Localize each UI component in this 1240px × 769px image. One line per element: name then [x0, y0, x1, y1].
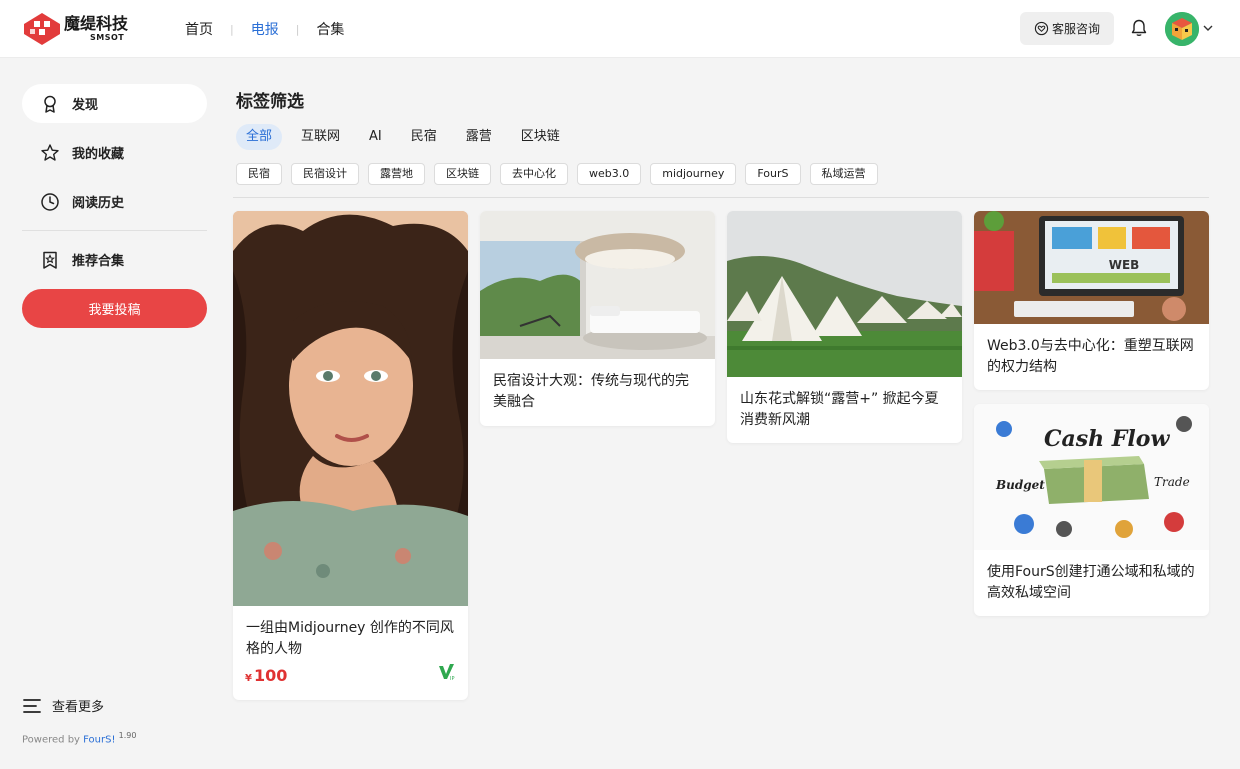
category-tab-all[interactable]: 全部 [236, 124, 283, 150]
article-title: 使用FourS创建打通公域和私域的高效私域空间 [987, 564, 1195, 601]
camping-tents-image [727, 211, 962, 377]
sidebar-item-favorites[interactable]: 我的收藏 [22, 133, 207, 172]
svg-text:Budget: Budget [995, 478, 1045, 492]
svg-text:Trade: Trade [1154, 475, 1190, 489]
cube-avatar-icon [1165, 12, 1199, 46]
customer-service-button[interactable]: 客服咨询 [1020, 12, 1114, 45]
category-tab-internet[interactable]: 互联网 [291, 124, 350, 150]
nav-separator: | [295, 22, 300, 36]
minimalist-bedroom-image [480, 211, 715, 359]
filter-title: 标签筛选 [236, 92, 304, 112]
powered-by: Powered by FourS! 1.90 [22, 731, 136, 745]
tag-list: 民宿 民宿设计 露营地 区块链 去中心化 web3.0 midjourney F… [236, 163, 887, 185]
sidebar-item-history[interactable]: 阅读历史 [22, 182, 207, 221]
filter-divider [233, 197, 1209, 198]
web-design-desk-image: WEB [974, 211, 1209, 324]
heart-chat-icon [1034, 21, 1049, 36]
sidebar-item-label: 阅读历史 [72, 196, 125, 211]
tag-chip[interactable]: 露营地 [368, 163, 425, 185]
award-icon [44, 95, 56, 113]
svg-text:IP: IP [450, 676, 455, 681]
logo-mark-icon [24, 13, 60, 45]
currency-symbol: ¥ [245, 673, 252, 684]
tag-chip[interactable]: 私域运营 [809, 163, 878, 185]
avatar[interactable] [1165, 12, 1199, 46]
powered-prefix: Powered by [22, 734, 84, 746]
tag-chip[interactable]: 民宿设计 [291, 163, 359, 185]
sidebar-item-discover[interactable]: 发现 [22, 84, 207, 123]
category-tab-homestay[interactable]: 民宿 [401, 124, 447, 150]
powered-brand-link[interactable]: FourS! [83, 734, 115, 745]
article-title: 民宿设计大观：传统与现代的完美融合 [493, 373, 689, 410]
bell-icon[interactable] [1129, 18, 1149, 38]
article-title: 山东花式解锁“露营+” 掀起今夏消费新风潮 [740, 391, 939, 428]
clock-icon [41, 192, 59, 211]
article-card[interactable]: WEB Web3.0与去中心化：重塑互联网的权力结构 [974, 211, 1209, 390]
brand-logo[interactable]: 魔缇科技 SMSOT [22, 11, 128, 47]
sidebar-item-label: 发现 [72, 98, 99, 113]
article-title: 一组由Midjourney 创作的不同风格的人物 [246, 620, 454, 657]
tag-chip[interactable]: midjourney [650, 163, 737, 185]
vip-icon: IP [439, 664, 455, 681]
price-value: 100 [253, 666, 288, 685]
category-tabs: 全部 互联网 AI 民宿 露营 区块链 [236, 124, 579, 150]
cash-flow-illustration-image: Cash Flow Budget Trade [974, 404, 1209, 550]
customer-service-label: 客服咨询 [1051, 22, 1100, 36]
tag-chip[interactable]: 去中心化 [500, 163, 568, 185]
nav-collections[interactable]: 合集 [316, 19, 344, 39]
article-title: Web3.0与去中心化：重塑互联网的权力结构 [987, 338, 1194, 375]
category-tab-blockchain[interactable]: 区块链 [511, 124, 570, 150]
svg-text:WEB: WEB [1109, 258, 1140, 272]
tag-chip[interactable]: web3.0 [577, 163, 642, 185]
top-header: 魔缇科技 SMSOT 首页 | 电报 | 合集 客服咨询 [0, 0, 1240, 58]
sidebar-divider [22, 230, 207, 231]
svg-text:Cash Flow: Cash Flow [1044, 426, 1170, 452]
version-label: 1.90 [118, 731, 137, 740]
sidebar-item-label: 我的收藏 [72, 147, 125, 162]
article-card[interactable]: 山东花式解锁“露营+” 掀起今夏消费新风潮 [727, 211, 962, 443]
category-tab-camping[interactable]: 露营 [456, 124, 502, 150]
tag-chip[interactable]: 区块链 [434, 163, 491, 185]
illustrated-woman-portrait-image [233, 211, 468, 606]
tag-chip[interactable]: 民宿 [236, 163, 282, 185]
sidebar-item-recommended[interactable]: 推荐合集 [22, 240, 207, 279]
view-more-button[interactable]: 查看更多 [22, 696, 104, 715]
nav-separator: | [230, 22, 234, 36]
submit-article-button[interactable]: 我要投稿 [22, 289, 207, 328]
main-nav: 首页 | 电报 | 合集 [185, 19, 344, 39]
price-row: ¥100 IP [245, 663, 456, 685]
view-more-label: 查看更多 [52, 700, 105, 715]
category-tab-ai[interactable]: AI [359, 124, 392, 150]
logo-subtext: SMSOT [90, 33, 125, 42]
star-icon [41, 143, 59, 161]
article-card[interactable]: 一组由Midjourney 创作的不同风格的人物 ¥100 IP [233, 211, 468, 700]
nav-home[interactable]: 首页 [185, 19, 213, 39]
starred-bookmark-icon [43, 251, 57, 269]
nav-telegram[interactable]: 电报 [251, 19, 279, 39]
menu-icon [23, 698, 41, 713]
sidebar-item-label: 推荐合集 [72, 254, 125, 269]
article-card[interactable]: Cash Flow Budget Trade 使用FourS创建打通公域和私域的… [974, 404, 1209, 616]
article-card[interactable]: 民宿设计大观：传统与现代的完美融合 [480, 211, 715, 426]
logo-text: 魔缇科技 [64, 14, 129, 33]
article-price: ¥100 [245, 666, 287, 685]
chevron-down-icon[interactable] [1202, 22, 1214, 34]
tag-chip[interactable]: FourS [745, 163, 801, 185]
